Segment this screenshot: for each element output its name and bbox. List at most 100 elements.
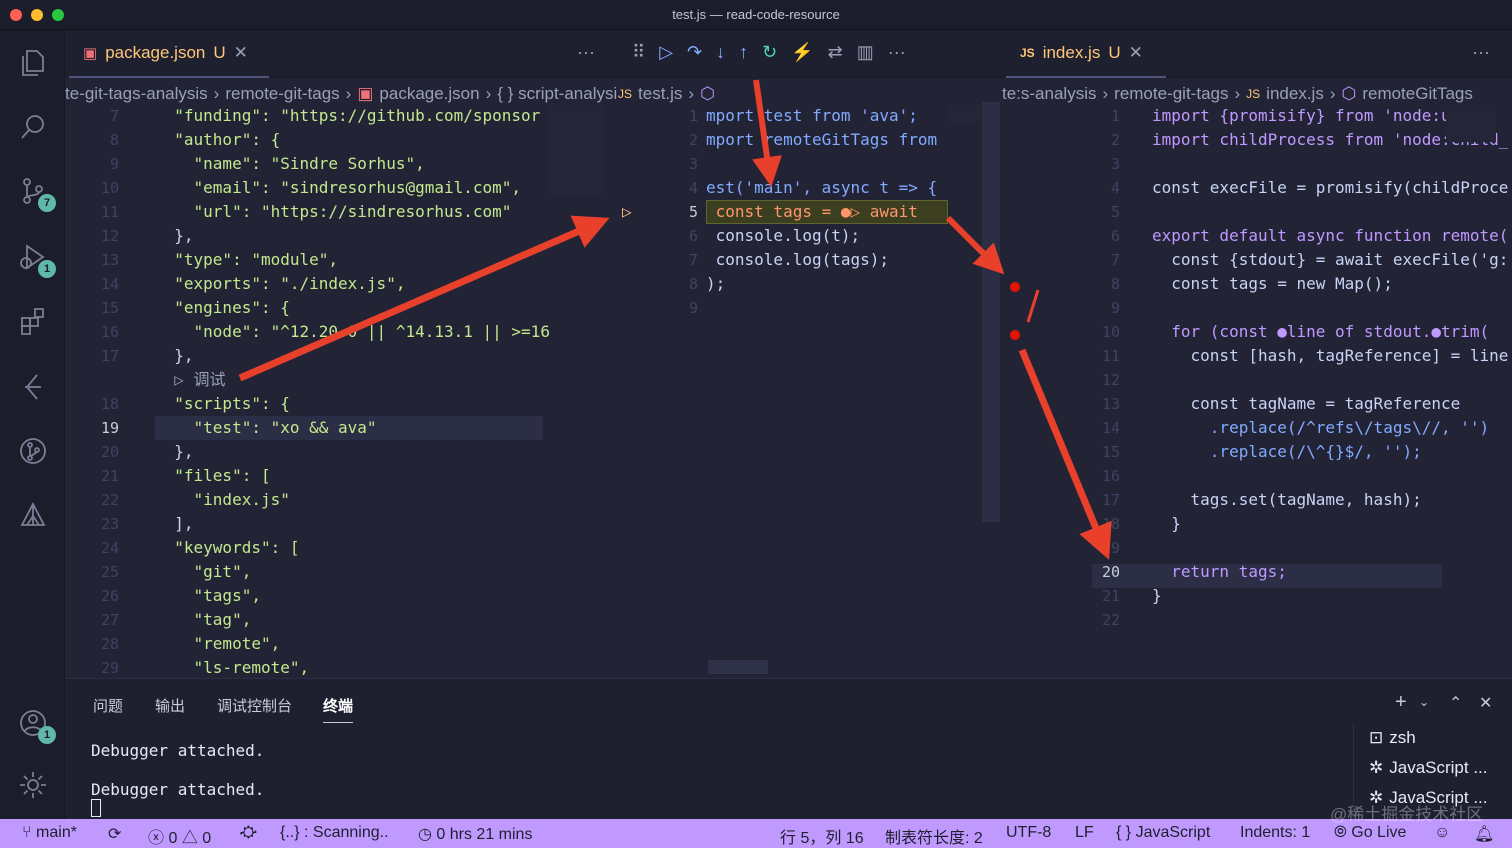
split-editor-icon[interactable]: ▥ [857,42,874,63]
line-number[interactable]: 9 [658,296,698,320]
line-number[interactable]: 9 [1022,296,1120,320]
close-panel-icon[interactable]: ✕ [1479,693,1492,713]
line-number[interactable]: 3 [658,152,698,176]
vertical-scrollbar[interactable] [982,102,1000,522]
search-icon[interactable] [14,108,52,146]
breakpoint-icon[interactable] [1010,282,1020,292]
line-number[interactable]: 13 [1022,392,1120,416]
close-icon[interactable]: ✕ [234,43,248,63]
more-actions-icon[interactable]: ··· [888,42,906,63]
terminal-item[interactable]: ⊡ zsh [1365,723,1512,753]
line-number[interactable]: 6 [1022,224,1120,248]
line-number[interactable]: 9 [65,152,119,176]
line-number[interactable]: 19 [1022,536,1120,560]
new-terminal-icon[interactable]: + [1395,691,1407,714]
line-number[interactable]: 16 [1022,464,1120,488]
line-number[interactable]: 20 [1022,560,1120,584]
line-number[interactable]: 21 [1022,584,1120,608]
sync-icon[interactable]: ⟳ [108,824,121,844]
breadcrumb-item[interactable]: te:s-analysis [1002,84,1096,104]
left-minimap[interactable] [547,106,605,196]
middle-minimap[interactable] [948,106,984,124]
go-live-button[interactable]: ⦾ Go Live [1334,824,1406,842]
git-graph-icon[interactable] [14,432,52,470]
line-number[interactable] [65,368,119,392]
tab-debug-console[interactable]: 调试控制台 [217,695,292,716]
drag-handle-icon[interactable]: ⠿ [632,42,645,63]
line-number[interactable]: 7 [65,104,119,128]
continue-icon[interactable]: ▷ [659,42,673,63]
line-number[interactable]: 1 [658,104,698,128]
breadcrumb-item[interactable]: { } script-analysis [497,84,618,104]
line-number[interactable]: 14 [65,272,119,296]
tab-terminal[interactable]: 终端 [323,695,354,723]
line-number[interactable]: 21 [65,464,119,488]
branch-indicator[interactable]: ⑂ main* [22,824,77,842]
timeline-icon[interactable] [14,368,52,406]
line-number[interactable]: 8 [658,272,698,296]
source-control-icon[interactable]: 7 [14,172,56,212]
line-number[interactable]: 20 [65,440,119,464]
feedback-icon[interactable]: ☺ [1434,824,1450,842]
account-icon[interactable]: 1 [14,704,56,744]
line-number[interactable]: 12 [1022,368,1120,392]
problems-indicator[interactable]: ⓧ 0 △ 0 [148,824,211,848]
breadcrumb-item[interactable]: package.json [379,84,479,104]
left-code-view[interactable]: 7 "funding": "https://github.com/sponsor… [65,102,618,678]
line-number[interactable]: 11 [1022,344,1120,368]
line-number[interactable]: 11 [65,200,119,224]
deploy-icon[interactable] [14,496,52,534]
line-number[interactable]: 12 [65,224,119,248]
step-out-icon[interactable]: ↑ [739,42,748,63]
line-number[interactable]: 6 [658,224,698,248]
compare-icon[interactable]: ⇄ [828,42,843,63]
cursor-position[interactable]: 行 5，列 16 [780,824,864,848]
line-number[interactable]: 16 [65,320,119,344]
run-debug-icon[interactable]: 1 [14,238,56,278]
line-number[interactable]: 2 [658,128,698,152]
language-mode[interactable]: { } JavaScript [1116,824,1210,842]
restart-icon[interactable]: ↻ [762,42,777,63]
line-number[interactable]: 13 [65,248,119,272]
breakpoint-icon[interactable] [1010,330,1020,340]
line-number[interactable]: 10 [1022,320,1120,344]
line-number[interactable]: 17 [65,344,119,368]
more-actions-icon[interactable]: ··· [577,42,595,63]
tab-package-json[interactable]: ▣ package.json U ✕ [69,30,269,78]
line-number[interactable]: 8 [1022,272,1120,296]
line-number[interactable]: 28 [65,632,119,656]
line-number[interactable]: 4 [1022,176,1120,200]
line-number[interactable]: 15 [65,296,119,320]
more-actions-icon[interactable]: ··· [1472,42,1490,63]
horizontal-scrollbar[interactable] [708,660,768,674]
line-number[interactable]: 22 [1022,608,1120,632]
tab-output[interactable]: 输出 [155,695,185,716]
encoding[interactable]: UTF-8 [1006,824,1051,842]
line-number[interactable]: 18 [65,392,119,416]
step-into-icon[interactable]: ↓ [716,42,725,63]
line-number[interactable]: 8 [65,128,119,152]
step-over-icon[interactable]: ↷ [687,42,702,63]
line-number[interactable]: 19 [65,416,119,440]
middle-code-view[interactable]: ▷ 1 mport test from 'ava'; 2 mport remoteGi… [618,102,1002,678]
line-number[interactable]: 18 [1022,512,1120,536]
scanning-indicator[interactable]: {..} : Scanning.. [280,824,389,842]
line-number[interactable]: 5 [1022,200,1120,224]
line-number[interactable]: 3 [1022,152,1120,176]
line-number[interactable]: 5 [658,200,698,224]
line-number[interactable]: 22 [65,488,119,512]
right-code-view[interactable]: 1 import {promisify} from 'node:util'; 2 im… [1002,102,1512,678]
line-number[interactable]: 4 [658,176,698,200]
line-number[interactable]: 26 [65,584,119,608]
tab-index-js[interactable]: JS index.js U ✕ [1006,30,1166,78]
disconnect-icon[interactable]: ⚡ [791,42,813,63]
line-number[interactable]: 23 [65,512,119,536]
line-number[interactable]: 7 [1022,248,1120,272]
line-number[interactable]: 15 [1022,440,1120,464]
close-icon[interactable]: ✕ [1129,43,1143,63]
terminal-item[interactable]: ✲ JavaScript ... [1365,753,1512,783]
line-number[interactable]: 1 [1022,104,1120,128]
line-number[interactable]: 24 [65,536,119,560]
line-number[interactable]: 2 [1022,128,1120,152]
breadcrumb-item[interactable]: index.js [1266,84,1324,104]
